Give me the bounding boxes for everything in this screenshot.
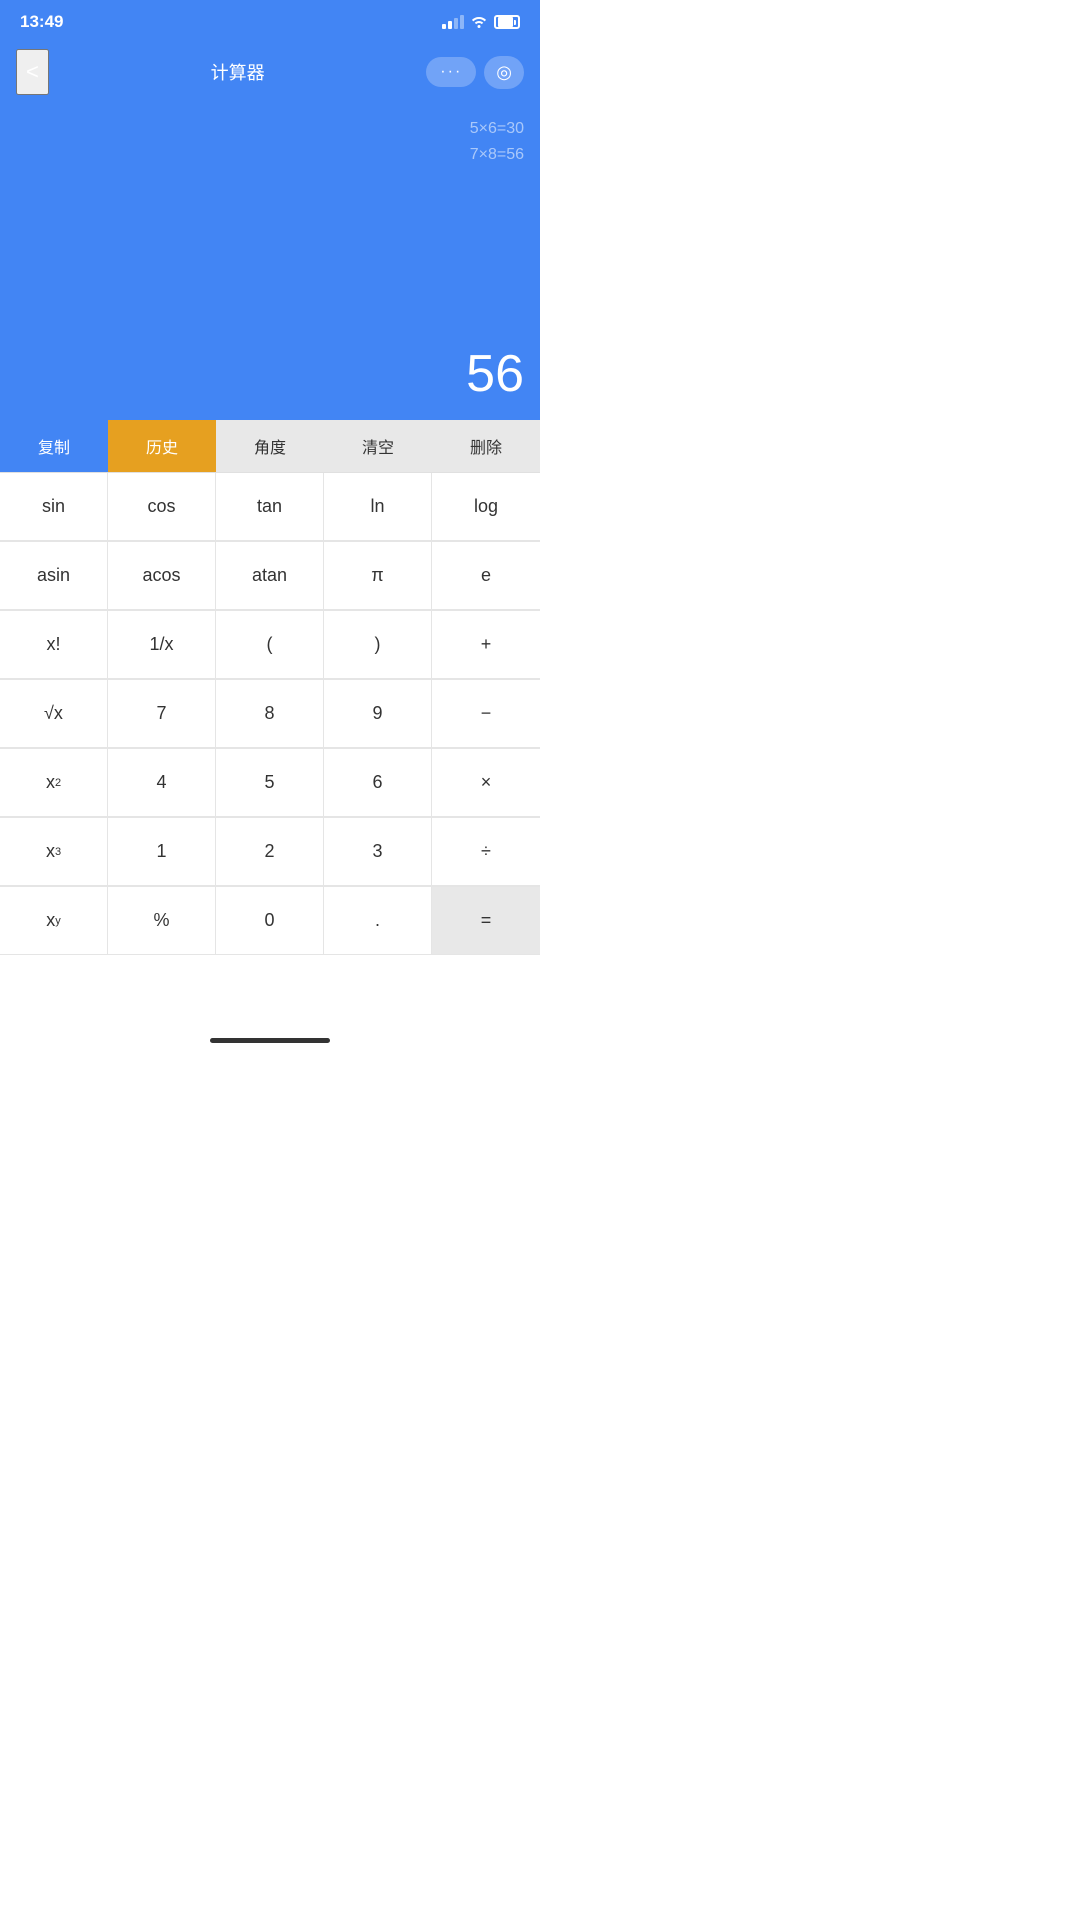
key-multiply[interactable]: ×	[432, 749, 540, 817]
key-0[interactable]: 0	[216, 887, 324, 955]
key-e[interactable]: e	[432, 542, 540, 610]
battery-icon	[494, 15, 520, 29]
key-power[interactable]: xy	[0, 887, 108, 955]
key-dot[interactable]: .	[324, 887, 432, 955]
status-time: 13:49	[20, 12, 63, 32]
keypad-row-2: asin acos atan π e	[0, 542, 540, 611]
delete-button[interactable]: 删除	[432, 420, 540, 472]
status-bar: 13:49	[0, 0, 540, 44]
back-button[interactable]: <	[16, 49, 49, 95]
key-asin[interactable]: asin	[0, 542, 108, 610]
more-button[interactable]: ···	[426, 57, 476, 87]
key-3[interactable]: 3	[324, 818, 432, 886]
key-2[interactable]: 2	[216, 818, 324, 886]
header-actions: ··· ◎	[426, 56, 524, 89]
key-atan[interactable]: atan	[216, 542, 324, 610]
wifi-icon	[470, 14, 488, 31]
keypad-row-7: xy % 0 . =	[0, 887, 540, 956]
key-cos[interactable]: cos	[108, 473, 216, 541]
key-5[interactable]: 5	[216, 749, 324, 817]
status-icons	[442, 14, 520, 31]
key-ln[interactable]: ln	[324, 473, 432, 541]
key-8[interactable]: 8	[216, 680, 324, 748]
keypad-row-3: x! 1/x ( ) +	[0, 611, 540, 680]
key-log[interactable]: log	[432, 473, 540, 541]
key-6[interactable]: 6	[324, 749, 432, 817]
key-4[interactable]: 4	[108, 749, 216, 817]
key-percent[interactable]: %	[108, 887, 216, 955]
history-entry-1: 5×6=30	[470, 116, 524, 142]
key-tan[interactable]: tan	[216, 473, 324, 541]
key-acos[interactable]: acos	[108, 542, 216, 610]
home-indicator	[0, 1025, 540, 1055]
key-cube[interactable]: x3	[0, 818, 108, 886]
signal-icon	[442, 15, 464, 29]
key-1[interactable]: 1	[108, 818, 216, 886]
clear-button[interactable]: 清空	[324, 420, 432, 472]
key-open-paren[interactable]: (	[216, 611, 324, 679]
key-reciprocal[interactable]: 1/x	[108, 611, 216, 679]
angle-button[interactable]: 角度	[216, 420, 324, 472]
home-bar	[210, 1038, 330, 1043]
key-9[interactable]: 9	[324, 680, 432, 748]
key-divide[interactable]: ÷	[432, 818, 540, 886]
current-result: 56	[466, 344, 524, 404]
key-sqrt[interactable]: √x	[0, 680, 108, 748]
key-factorial[interactable]: x!	[0, 611, 108, 679]
history-display: 5×6=30 7×8=56	[470, 116, 524, 167]
history-button[interactable]: 历史	[108, 420, 216, 472]
keypad-row-4: √x 7 8 9 −	[0, 680, 540, 749]
header: < 计算器 ··· ◎	[0, 44, 540, 100]
keypad-row-6: x3 1 2 3 ÷	[0, 818, 540, 887]
keypad: sin cos tan ln log asin acos atan π e x!…	[0, 473, 540, 1025]
keypad-row-5: x2 4 5 6 ×	[0, 749, 540, 818]
key-close-paren[interactable]: )	[324, 611, 432, 679]
calculator-display: 5×6=30 7×8=56 56	[0, 100, 540, 420]
key-sin[interactable]: sin	[0, 473, 108, 541]
toolbar: 复制 历史 角度 清空 删除	[0, 420, 540, 473]
key-plus[interactable]: +	[432, 611, 540, 679]
key-square[interactable]: x2	[0, 749, 108, 817]
eye-button[interactable]: ◎	[484, 56, 524, 89]
key-minus[interactable]: −	[432, 680, 540, 748]
header-title: 计算器	[211, 59, 265, 85]
key-equals[interactable]: =	[432, 887, 540, 955]
copy-button[interactable]: 复制	[0, 420, 108, 472]
history-entry-2: 7×8=56	[470, 142, 524, 168]
key-7[interactable]: 7	[108, 680, 216, 748]
keypad-row-1: sin cos tan ln log	[0, 473, 540, 542]
key-pi[interactable]: π	[324, 542, 432, 610]
